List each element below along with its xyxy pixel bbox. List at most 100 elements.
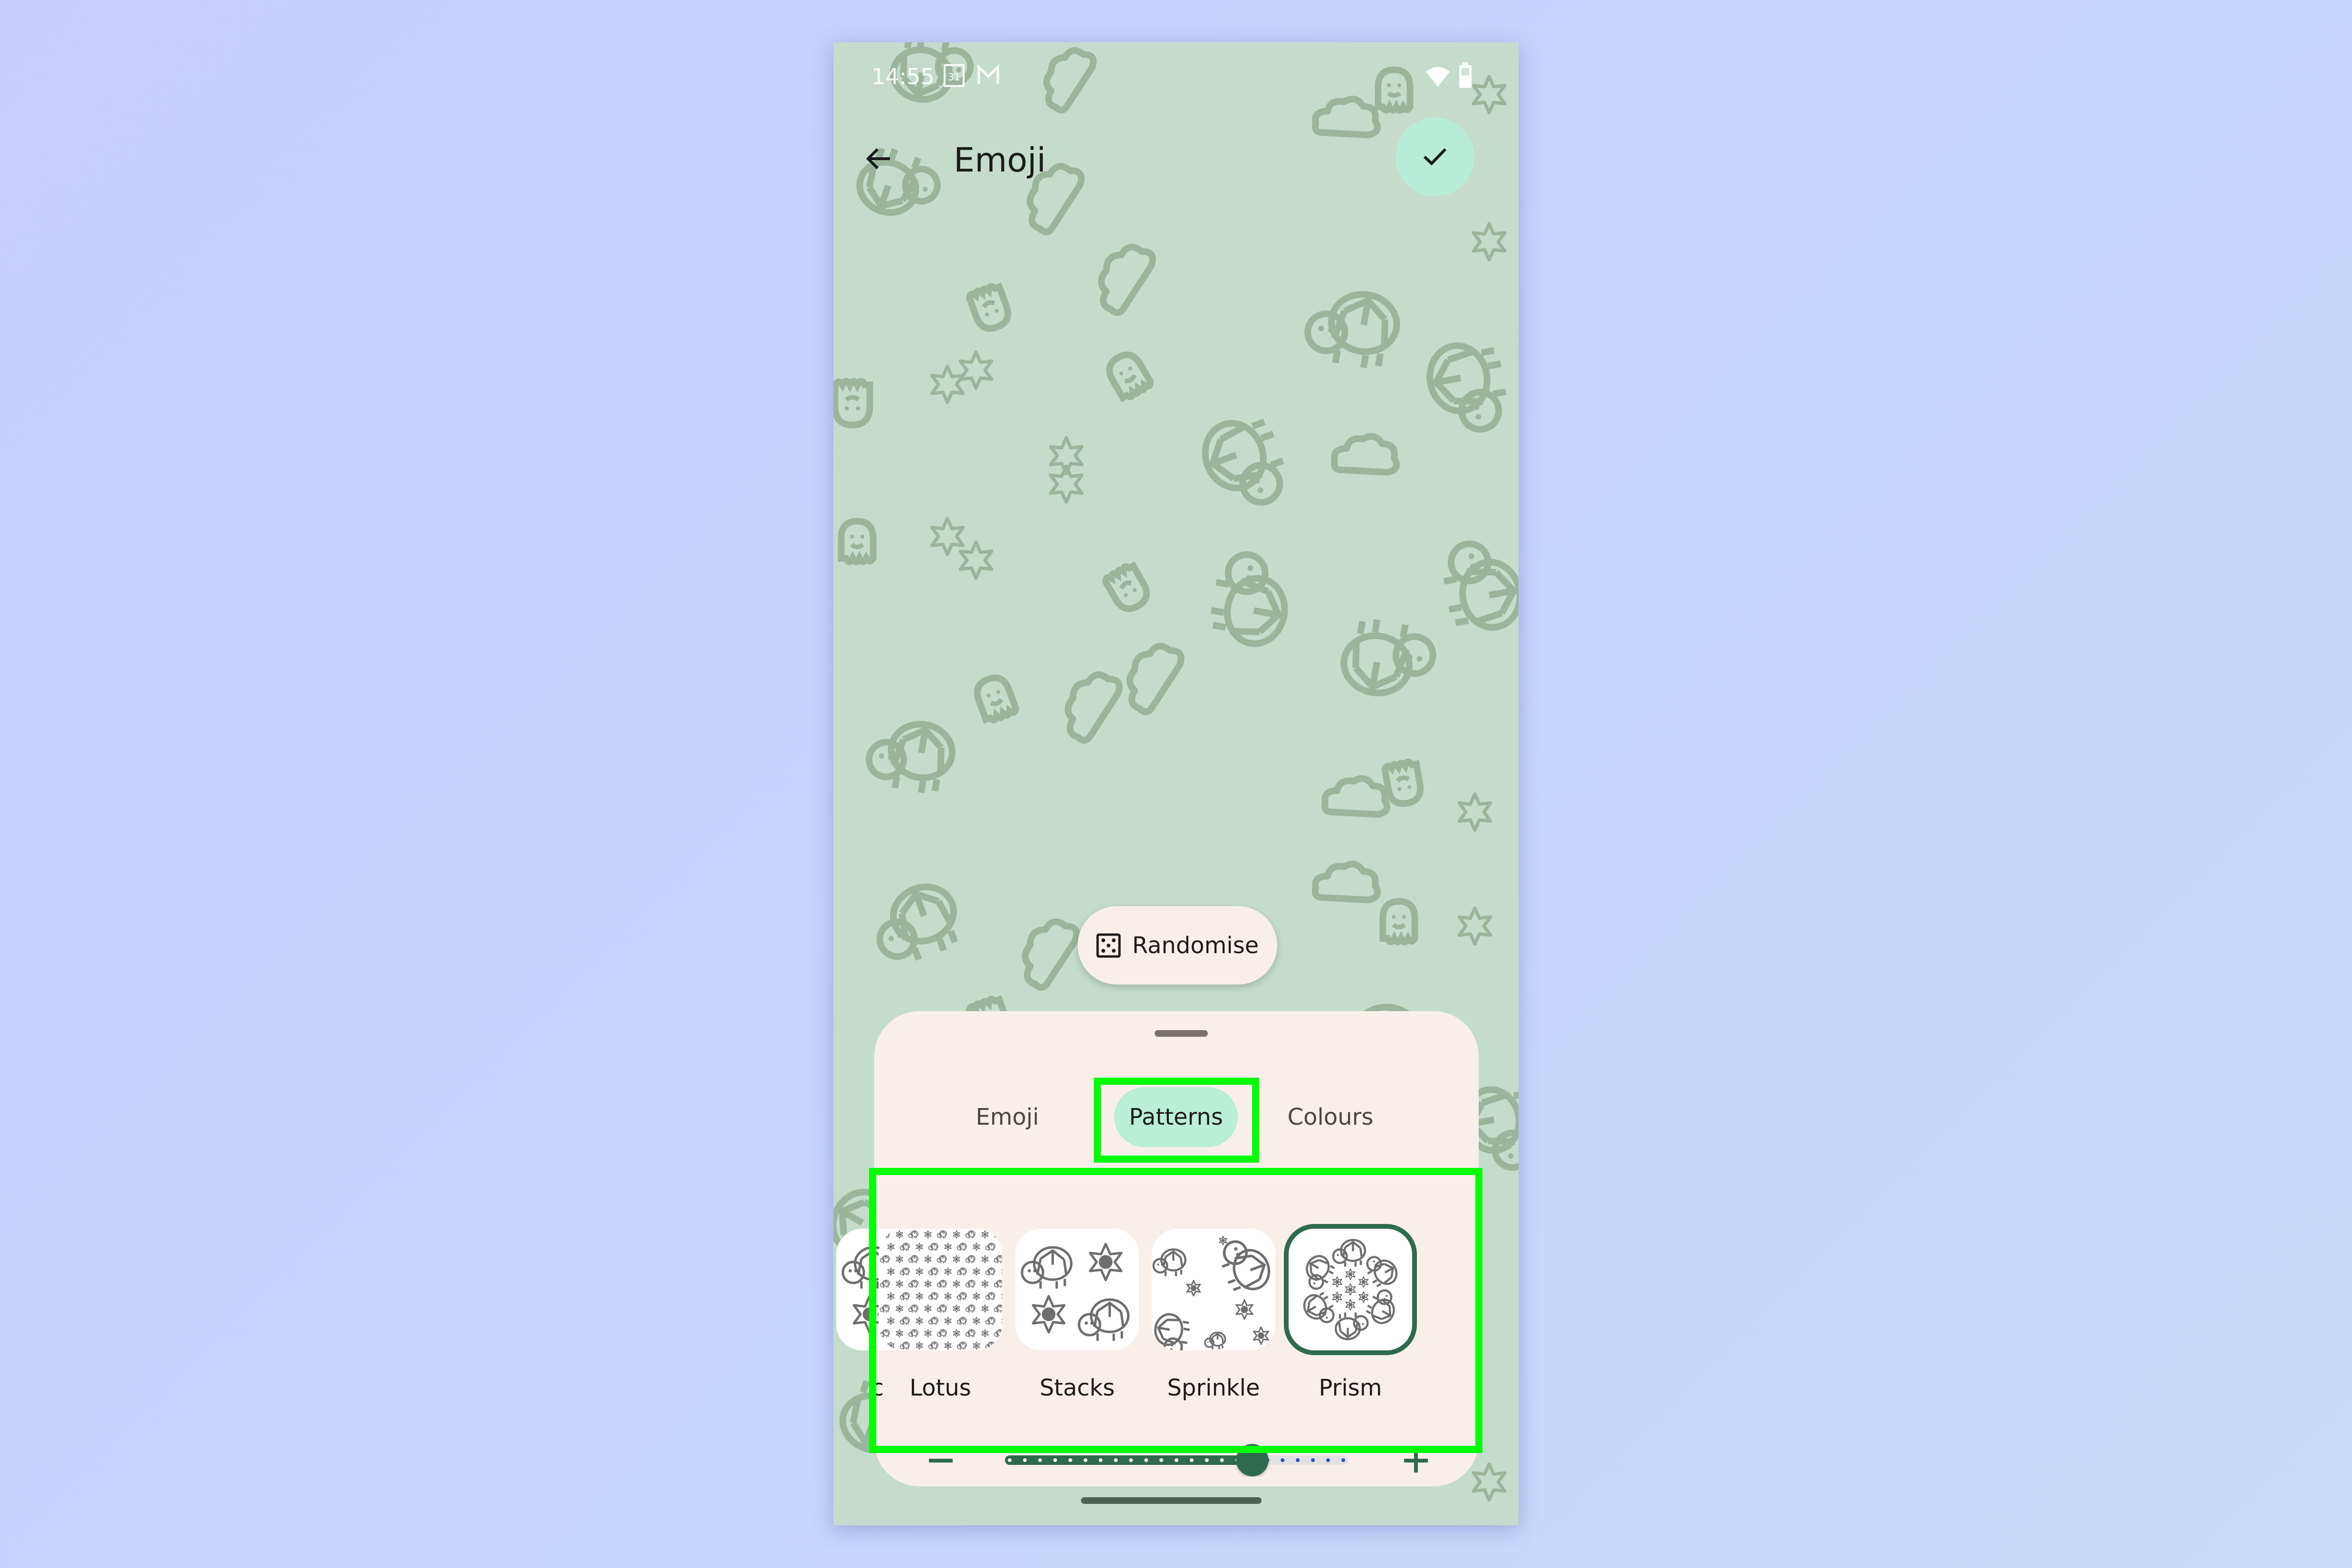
slider-tick <box>1311 1458 1315 1462</box>
flower-doodle <box>1332 1276 1342 1288</box>
turtle-doodle <box>965 1230 975 1239</box>
flower-doodle <box>896 1280 903 1288</box>
dice-icon <box>1096 933 1121 957</box>
pattern-thumbnail <box>1021 1243 1130 1341</box>
turtle-doodle <box>1202 419 1284 506</box>
bottom-sheet: Emoji Patterns Colours c Lotus Stacks Sp… <box>836 1011 1479 1486</box>
turtle-doodle <box>1154 1313 1190 1350</box>
ghost-doodle <box>1106 351 1154 402</box>
calendar-icon: 31 <box>943 63 967 90</box>
flower-doodle <box>896 1230 903 1239</box>
ghost-doodle <box>1381 758 1424 807</box>
flower-doodle <box>896 1255 903 1263</box>
flower-doodle <box>944 1267 952 1276</box>
slider-tick <box>1296 1458 1300 1462</box>
pattern-label: Stacks <box>1040 1375 1115 1401</box>
flower-doodle <box>1032 1295 1066 1334</box>
calendar-day: 31 <box>948 71 960 83</box>
flower-doodle <box>924 1230 932 1239</box>
turtle-doodle <box>880 1329 890 1338</box>
status-time: 14:55 <box>871 64 935 89</box>
ghost-doodle <box>833 378 873 429</box>
turtle-doodle <box>880 1255 890 1263</box>
flower-doodle <box>953 1230 960 1239</box>
turtle-doodle <box>965 1255 975 1263</box>
turtle-doodle <box>1366 1289 1395 1324</box>
turtle-doodle <box>1304 291 1400 369</box>
turtle-doodle <box>965 1304 975 1313</box>
pattern-label: Prism <box>1319 1375 1382 1401</box>
pattern-card-prism[interactable] <box>1289 1229 1412 1350</box>
turtle-doodle <box>928 1243 938 1251</box>
flower-doodle <box>1235 1299 1253 1320</box>
gesture-nav-bar[interactable] <box>1081 1497 1262 1504</box>
increase-size-button[interactable] <box>1397 1441 1435 1479</box>
flower-doodle <box>944 1317 952 1325</box>
tab-patterns[interactable]: Patterns <box>1114 1087 1238 1147</box>
flower-doodle <box>973 1267 980 1276</box>
turtle-doodle <box>908 1304 918 1313</box>
turtle-doodle <box>928 1292 938 1300</box>
pattern-size-slider[interactable] <box>1004 1444 1349 1477</box>
tab-label: Patterns <box>1129 1104 1223 1130</box>
ghost-doodle <box>1102 561 1150 612</box>
turtle-doodle <box>899 1267 910 1276</box>
flower-doodle <box>1186 1280 1201 1297</box>
pattern-card-stacks[interactable] <box>1015 1229 1139 1350</box>
pattern-card-sprinkle[interactable] <box>1152 1229 1275 1350</box>
turtle-doodle <box>899 1341 910 1350</box>
slider-tick <box>1326 1458 1330 1462</box>
flower-doodle <box>1219 1236 1227 1245</box>
turtle-doodle <box>899 1243 910 1251</box>
star-doodle <box>958 540 994 580</box>
tab-colours[interactable]: Colours <box>1266 1087 1395 1147</box>
turtle-doodle <box>937 1280 947 1288</box>
flower-doodle <box>1345 1299 1356 1310</box>
slider-tick <box>1281 1458 1285 1462</box>
turtle-doodle <box>956 1292 967 1300</box>
flower-doodle <box>1252 1326 1270 1345</box>
flower-doodle <box>1332 1291 1342 1303</box>
turtle-doodle <box>994 1255 1002 1263</box>
flower-doodle <box>981 1280 989 1288</box>
back-button[interactable] <box>857 137 900 180</box>
flower-doodle <box>1345 1269 1356 1280</box>
flower-doodle <box>896 1329 903 1338</box>
turtle-doodle <box>880 1304 890 1313</box>
turtle-doodle <box>1426 342 1507 433</box>
turtle-doodle <box>908 1255 918 1263</box>
slider-tick <box>1159 1458 1164 1462</box>
star-doodle <box>930 364 965 404</box>
pattern-card-lotus[interactable] <box>879 1229 1002 1350</box>
flower-doodle <box>924 1280 932 1288</box>
slider-tick <box>1129 1458 1133 1462</box>
drag-handle[interactable] <box>1155 1030 1208 1037</box>
randomise-button[interactable]: Randomise <box>1078 906 1277 985</box>
turtle-doodle <box>880 1280 890 1288</box>
slider-tick <box>1038 1458 1042 1462</box>
slider-thumb <box>1236 1444 1269 1476</box>
turtle-doodle <box>994 1329 1002 1338</box>
pattern-thumbnail <box>1152 1236 1271 1350</box>
star-doodle <box>1457 792 1492 832</box>
turtle-doodle <box>956 1267 967 1276</box>
done-button[interactable] <box>1396 117 1474 196</box>
ghost-doodle <box>1379 898 1418 945</box>
tab-label: Emoji <box>975 1104 1039 1130</box>
flower-doodle <box>944 1341 952 1350</box>
slider-tick <box>1341 1458 1345 1462</box>
tab-emoji[interactable]: Emoji <box>950 1087 1064 1147</box>
turtle-doodle <box>928 1267 938 1276</box>
gmail-icon <box>976 63 1001 90</box>
phone-screen: 14:55 31 Emoji Randomise Emoji Patterns … <box>833 42 1519 1525</box>
turtle-doodle <box>1334 1312 1369 1340</box>
slider-tick <box>1144 1458 1148 1462</box>
flower-doodle <box>924 1329 932 1338</box>
turtle-doodle <box>956 1243 967 1251</box>
flower-doodle <box>887 1317 895 1325</box>
decrease-size-button[interactable] <box>922 1441 960 1479</box>
flower-doodle <box>1345 1283 1356 1296</box>
plus-icon <box>1404 1449 1428 1472</box>
flower-doodle <box>887 1292 895 1300</box>
star-doodle <box>958 350 994 390</box>
